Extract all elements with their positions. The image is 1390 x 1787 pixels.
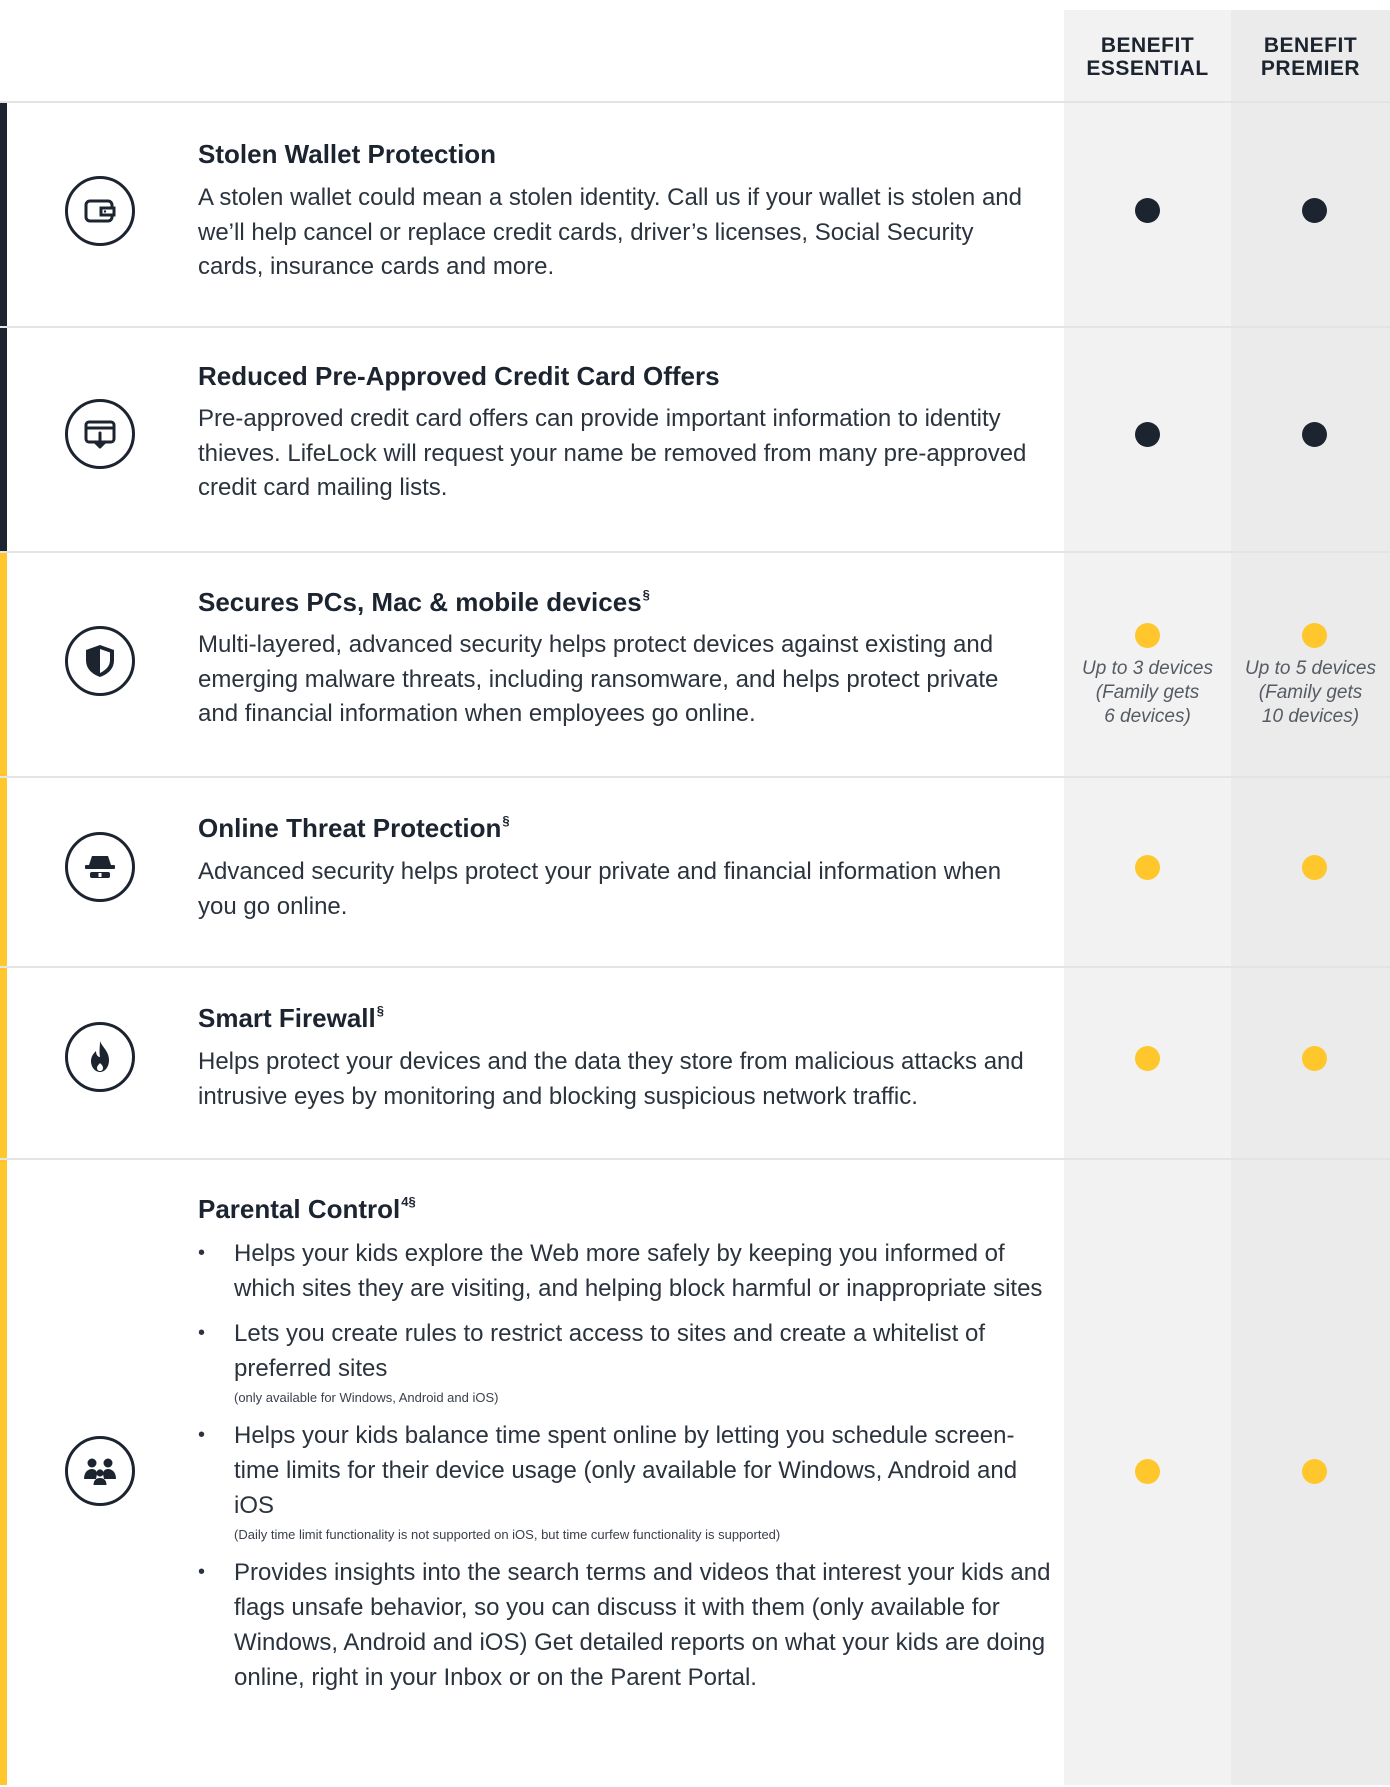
list-item: Provides insights into the search terms … (198, 1555, 1058, 1695)
feature-description: Multi-layered, advanced security helps p… (198, 631, 999, 727)
footnote-text: (only available for Windows, Android and… (234, 1390, 499, 1405)
feature-description: Pre-approved credit card offers can prov… (198, 405, 1027, 501)
column-header-essential: BENEFIT ESSENTIAL (1086, 34, 1209, 80)
premier-device-note: Up to 5 devices (Family gets 10 devices) (1245, 658, 1376, 727)
feature-title: Smart Firewall§ (198, 1003, 384, 1033)
feature-title: Secures PCs, Mac & mobile devices§ (198, 587, 650, 617)
feature-row-stolen-wallet: Stolen Wallet Protection A stolen wallet… (0, 101, 1390, 328)
essential-included-dot (1135, 198, 1160, 223)
feature-description: Helps protect your devices and the data … (198, 1048, 1024, 1110)
column-header-premier: BENEFIT PREMIER (1260, 34, 1361, 80)
essential-device-note: Up to 3 devices (Family gets 6 devices) (1082, 658, 1213, 727)
feature-title: Parental Control4§ (198, 1194, 416, 1224)
feature-row-parental-control: Parental Control4§ Helps your kids explo… (0, 1158, 1390, 1787)
feature-row-reduced-offers: Reduced Pre-Approved Credit Card Offers … (0, 326, 1390, 553)
premier-included-dot (1302, 1459, 1327, 1484)
premier-included-dot (1302, 422, 1327, 447)
incognito-icon (65, 832, 135, 902)
feature-title: Stolen Wallet Protection (198, 139, 497, 169)
essential-included-dot (1135, 1046, 1160, 1071)
feature-row-secures-devices: Secures PCs, Mac & mobile devices§ Multi… (0, 551, 1390, 778)
feature-title: Online Threat Protection§ (198, 813, 510, 843)
feature-description: A stolen wallet could mean a stolen iden… (198, 184, 1022, 280)
family-icon (65, 1436, 135, 1506)
flame-icon (65, 1022, 135, 1092)
list-item: Helps your kids balance time spent onlin… (198, 1418, 1058, 1545)
essential-included-dot (1135, 1459, 1160, 1484)
list-item: Helps your kids explore the Web more saf… (198, 1236, 1058, 1306)
premier-included-dot (1302, 198, 1327, 223)
list-item: Lets you create rules to restrict access… (198, 1316, 1058, 1408)
feature-row-online-threat: Online Threat Protection§ Advanced secur… (0, 776, 1390, 968)
shield-icon (65, 626, 135, 696)
premier-included-dot (1302, 623, 1327, 648)
premier-included-dot (1302, 855, 1327, 880)
feature-title: Reduced Pre-Approved Credit Card Offers (198, 361, 720, 391)
footnote-text: (Daily time limit functionality is not s… (234, 1527, 781, 1542)
parental-control-bullet-list: Helps your kids explore the Web more saf… (198, 1236, 1058, 1705)
essential-included-dot (1135, 855, 1160, 880)
essential-included-dot (1135, 422, 1160, 447)
wallet-icon (65, 176, 135, 246)
premier-included-dot (1302, 1046, 1327, 1071)
essential-included-dot (1135, 623, 1160, 648)
credit-card-download-icon (65, 399, 135, 469)
feature-description: Advanced security helps protect your pri… (198, 858, 1002, 920)
feature-row-smart-firewall: Smart Firewall§ Helps protect your devic… (0, 966, 1390, 1160)
